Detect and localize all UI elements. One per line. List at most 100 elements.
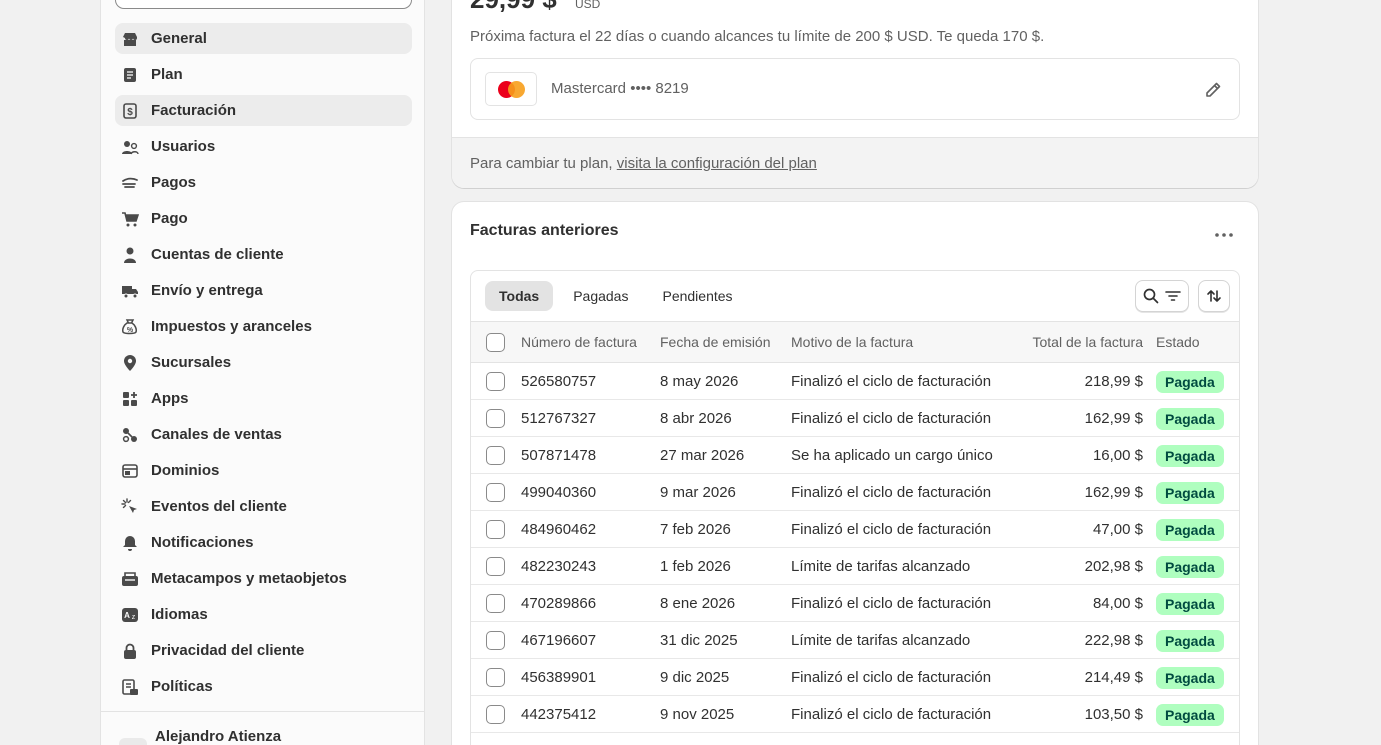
settings-nav: General Plan $ Facturación Usuarios Pagos Pago… [115, 23, 412, 707]
invoice-total: 218,99 $ [1084, 373, 1143, 390]
bell-icon [121, 534, 139, 552]
issue-date: 7 feb 2026 [660, 521, 731, 538]
invoice-total: 16,00 $ [1092, 447, 1143, 464]
row-checkbox[interactable] [486, 631, 505, 650]
status-badge: Pagada [1156, 667, 1224, 689]
issue-date: 8 abr 2026 [660, 410, 732, 427]
select-all-checkbox[interactable] [486, 333, 505, 352]
table-row[interactable]: 499040360 9 mar 2026 Finalizó el ciclo de … [471, 474, 1239, 511]
table-row[interactable]: 456389901 9 dic 2025 Finalizó el ciclo de … [471, 659, 1239, 696]
sidebar-item-general[interactable]: General [115, 23, 412, 54]
invoice-total: 47,00 $ [1092, 521, 1143, 538]
status-badge: Pagada [1156, 519, 1224, 541]
row-checkbox[interactable] [486, 446, 505, 465]
svg-text:$: $ [127, 107, 133, 118]
invoice-reason: Finalizó el ciclo de facturación [791, 595, 992, 612]
plan-change-text: Para cambiar tu plan, [470, 155, 617, 172]
header-invoice-reason[interactable]: Motivo de la factura [791, 334, 913, 350]
row-checkbox[interactable] [486, 594, 505, 613]
issue-date: 1 feb 2026 [660, 558, 731, 575]
plan-billing-card: 29,99 $ USD Próxima factura el 22 días o… [452, 0, 1258, 188]
row-checkbox[interactable] [486, 372, 505, 391]
sort-arrows-icon [1207, 290, 1221, 302]
tab-pendientes[interactable]: Pendientes [648, 281, 746, 311]
sidebar-item-label: Envío y entrega [151, 282, 263, 299]
lock-icon [121, 642, 139, 660]
table-row[interactable]: 484960462 7 feb 2026 Finalizó el ciclo de … [471, 511, 1239, 548]
status-badge: Pagada [1156, 445, 1224, 467]
row-checkbox[interactable] [486, 483, 505, 502]
invoice-number: 467196607 [521, 632, 597, 649]
sidebar-item-politicas[interactable]: Políticas [115, 671, 412, 702]
header-invoice-number[interactable]: Número de factura [521, 334, 637, 350]
status-badge: Pagada [1156, 371, 1224, 393]
sidebar-item-idiomas[interactable]: Az Idiomas [115, 599, 412, 630]
table-row[interactable]: 512767327 8 abr 2026 Finalizó el ciclo de … [471, 400, 1239, 437]
invoice-total: 222,98 $ [1084, 632, 1143, 649]
invoice-number: 456389901 [521, 669, 597, 686]
language-icon: Az [121, 606, 139, 624]
sidebar-item-notificaciones[interactable]: Notificaciones [115, 527, 412, 558]
sidebar-item-pago[interactable]: Pago [115, 203, 412, 234]
sidebar-item-metacampos-y-metaobjetos[interactable]: Metacampos y metaobjetos [115, 563, 412, 594]
table-row[interactable]: 442375412 9 nov 2025 Finalizó el ciclo de … [471, 696, 1239, 733]
row-checkbox[interactable] [486, 557, 505, 576]
sidebar-item-facturacion[interactable]: $ Facturación [115, 95, 412, 126]
sidebar-item-envio-y-entrega[interactable]: Envío y entrega [115, 275, 412, 306]
table-row[interactable]: 507871478 27 mar 2026 Se ha aplicado un ca… [471, 437, 1239, 474]
invoice-reason: Finalizó el ciclo de facturación [791, 373, 992, 390]
invoice-total: 103,50 $ [1084, 706, 1143, 723]
sidebar-item-apps[interactable]: Apps [115, 383, 412, 414]
plan-settings-link[interactable]: visita la configuración del plan [617, 155, 817, 172]
sidebar-item-privacidad-del-cliente[interactable]: Privacidad del cliente [115, 635, 412, 666]
sidebar-item-usuarios[interactable]: Usuarios [115, 131, 412, 162]
cart-icon [121, 210, 139, 228]
invoice-reason: Finalizó el ciclo de facturación [791, 669, 992, 686]
sidebar-item-plan[interactable]: Plan [115, 59, 412, 90]
mastercard-logo-icon [485, 72, 537, 106]
header-invoice-total[interactable]: Total de la factura [1032, 334, 1143, 350]
svg-text:A: A [124, 611, 130, 620]
search-filter-button[interactable] [1135, 280, 1189, 312]
sidebar-item-label: Sucursales [151, 354, 232, 371]
sidebar-item-impuestos-y-aranceles[interactable]: % Impuestos y aranceles [115, 311, 412, 342]
row-checkbox[interactable] [486, 520, 505, 539]
edit-pencil-icon[interactable] [1203, 80, 1223, 100]
search-icon [1143, 288, 1159, 304]
billing-icon: $ [121, 102, 139, 120]
more-actions-icon[interactable] [1212, 228, 1236, 242]
issue-date: 27 mar 2026 [660, 447, 745, 464]
invoice-total: 84,00 $ [1092, 595, 1143, 612]
tab-pagadas[interactable]: Pagadas [559, 281, 642, 311]
filter-icon [1165, 291, 1181, 301]
sidebar-item-canales-de-ventas[interactable]: Canales de ventas [115, 419, 412, 450]
status-badge: Pagada [1156, 704, 1224, 726]
sidebar-item-eventos-del-cliente[interactable]: Eventos del cliente [115, 491, 412, 522]
sidebar-item-pagos[interactable]: Pagos [115, 167, 412, 198]
status-badge: Pagada [1156, 482, 1224, 504]
tab-todas[interactable]: Todas [485, 281, 554, 311]
sidebar-item-cuentas-de-cliente[interactable]: Cuentas de cliente [115, 239, 412, 270]
next-invoice-text: Próxima factura el 22 días o cuando alca… [470, 28, 1045, 45]
table-row[interactable]: 482230243 1 feb 2026 Límite de tarifas alc… [471, 548, 1239, 585]
avatar [119, 738, 147, 745]
sort-button[interactable] [1198, 280, 1230, 312]
sidebar-item-label: Metacampos y metaobjetos [151, 570, 347, 587]
sidebar-item-dominios[interactable]: Dominios [115, 455, 412, 486]
invoice-number: 482230243 [521, 558, 597, 575]
payment-method-label: Mastercard •••• 8219 [551, 80, 689, 97]
header-status[interactable]: Estado [1156, 334, 1200, 350]
table-row[interactable]: 470289866 8 ene 2026 Finalizó el ciclo de … [471, 585, 1239, 622]
store-icon [121, 30, 139, 48]
sidebar-search-input[interactable] [115, 0, 412, 9]
sidebar-user-footer[interactable]: Alejandro Atienza [101, 711, 424, 745]
invoice-total: 202,98 $ [1084, 558, 1143, 575]
sidebar-item-sucursales[interactable]: Sucursales [115, 347, 412, 378]
status-badge: Pagada [1156, 593, 1224, 615]
row-checkbox[interactable] [486, 409, 505, 428]
table-row[interactable]: 526580757 8 may 2026 Finalizó el ciclo de … [471, 363, 1239, 400]
row-checkbox[interactable] [486, 705, 505, 724]
row-checkbox[interactable] [486, 668, 505, 687]
table-row[interactable]: 467196607 31 dic 2025 Límite de tarifas al… [471, 622, 1239, 659]
header-issue-date[interactable]: Fecha de emisión [660, 334, 771, 350]
